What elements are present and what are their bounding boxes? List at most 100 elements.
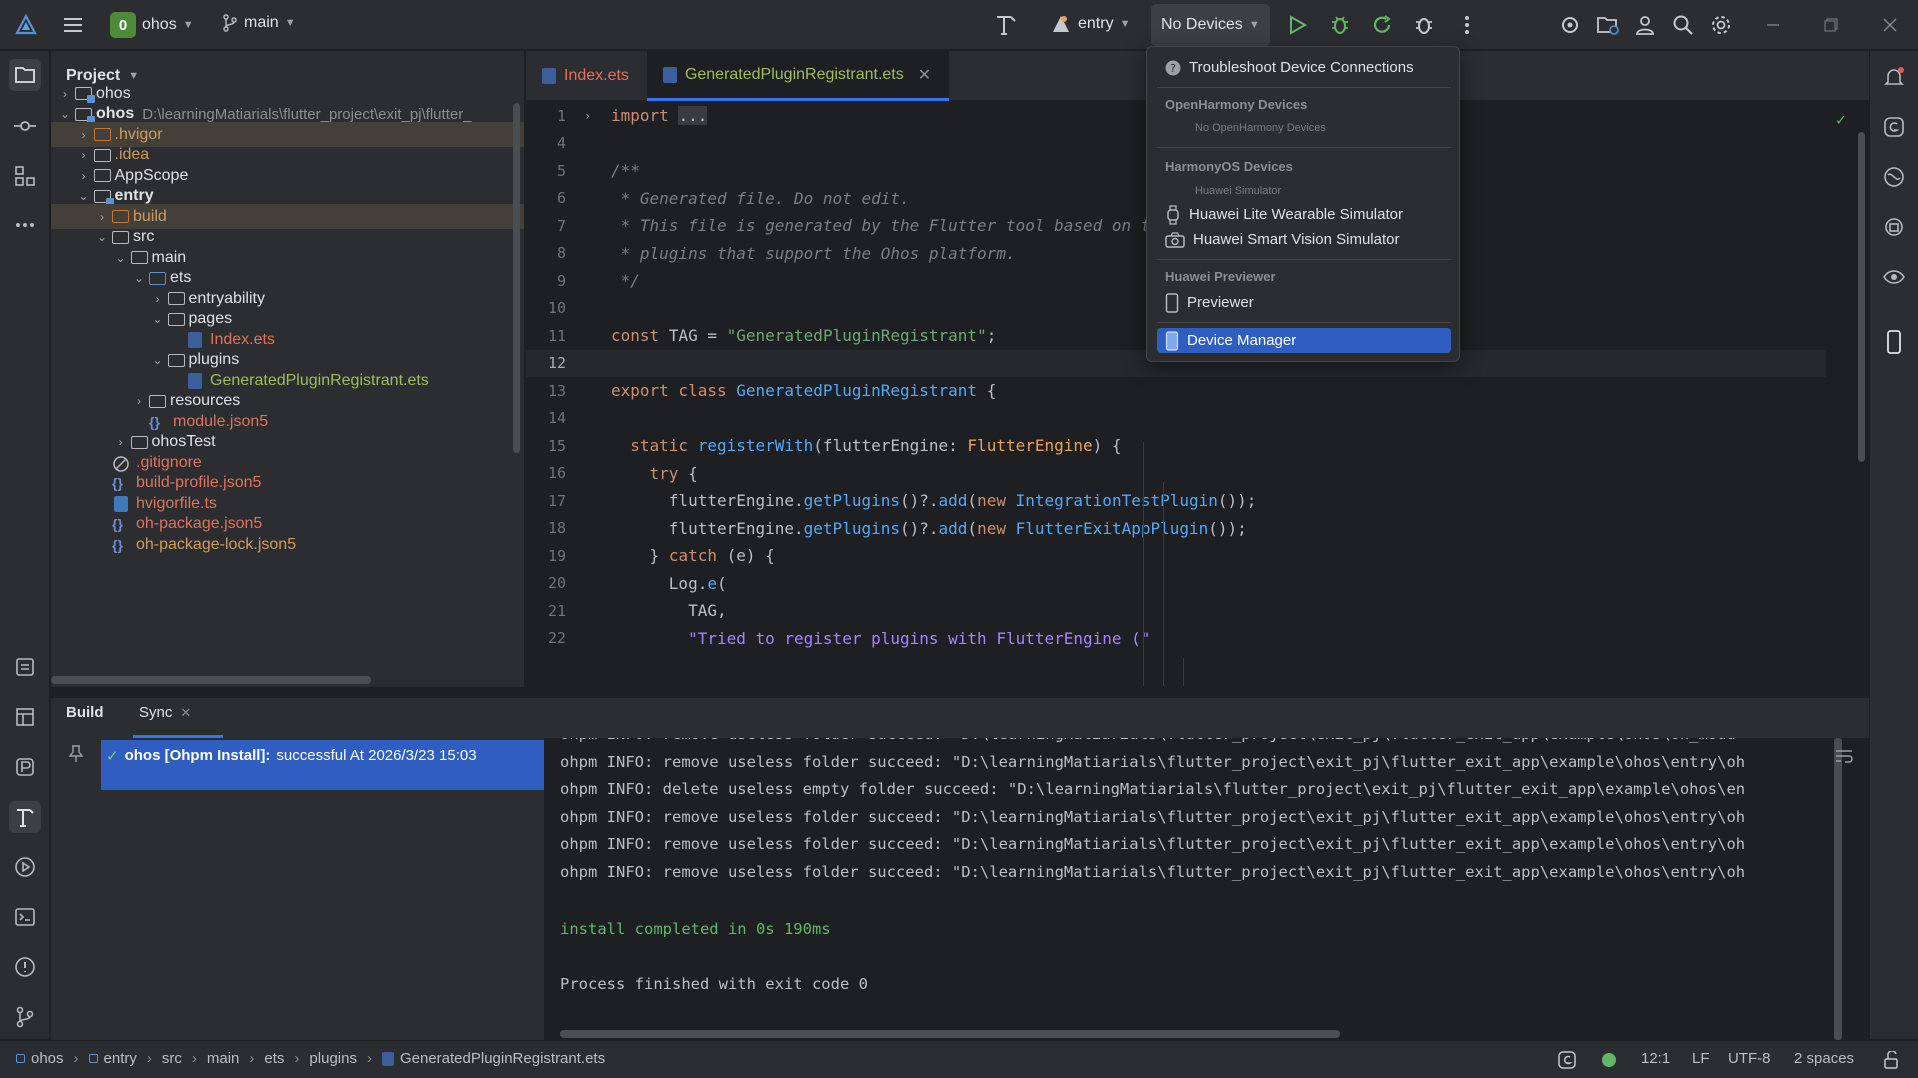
collapse-arrow-icon[interactable]: › (76, 128, 92, 142)
run-icon[interactable] (1282, 9, 1314, 41)
fold-arrow-icon[interactable]: › (584, 109, 591, 123)
tree-item-label: module.json5 (173, 412, 269, 430)
build-tool-hammer-icon[interactable] (9, 801, 41, 833)
project-switcher[interactable]: 0 ohos ▼ (110, 12, 194, 38)
troubleshoot-connections-item[interactable]: ? Troubleshoot Device Connections (1157, 55, 1451, 80)
notifications-bell-icon[interactable] (1878, 61, 1910, 93)
collapse-arrow-icon[interactable]: › (113, 435, 129, 449)
previewer-eye-icon[interactable] (1878, 261, 1910, 293)
account-icon[interactable] (1629, 9, 1661, 41)
tree-horizontal-scrollbar[interactable] (51, 676, 371, 684)
device-manager-phone-icon[interactable] (1878, 326, 1910, 358)
codegenie-icon[interactable] (1878, 111, 1910, 143)
breadcrumb-item[interactable]: GeneratedPluginRegistrant.ets (381, 1050, 606, 1067)
collapse-arrow-icon[interactable]: › (57, 87, 73, 101)
no-problems-check-icon[interactable]: ✓ (1836, 110, 1846, 129)
soft-wrap-icon[interactable] (1828, 740, 1860, 772)
previewer-label: Previewer (1187, 294, 1254, 311)
breadcrumb-item[interactable]: entry (88, 1050, 137, 1067)
ai-assistant-icon[interactable] (1878, 161, 1910, 193)
main-menu-icon[interactable] (57, 9, 89, 41)
caret-position[interactable]: 12:1 (1641, 1050, 1670, 1067)
breadcrumb-item[interactable]: main (207, 1050, 240, 1067)
breadcrumb-item[interactable]: plugins (309, 1050, 357, 1067)
run-tool-icon[interactable] (9, 851, 41, 883)
wearable-simulator-item[interactable]: Huawei Lite Wearable Simulator (1157, 202, 1451, 227)
expand-arrow-icon[interactable]: ⌄ (113, 251, 129, 265)
ts-file-icon (112, 495, 132, 512)
debug-icon[interactable] (1324, 9, 1356, 41)
tree-item[interactable]: {} oh-package-lock.json5 (51, 532, 524, 557)
previewer-item[interactable]: Previewer (1157, 290, 1451, 315)
close-tab-icon[interactable]: ✕ (180, 705, 191, 721)
attach-debugger-icon[interactable] (1408, 9, 1440, 41)
breadcrumb-item[interactable]: ets (264, 1050, 284, 1067)
problems-tool-icon[interactable] (9, 951, 41, 983)
branch-switcher[interactable]: main ▼ (222, 14, 296, 32)
profiler-tool-icon[interactable] (9, 751, 41, 783)
smart-vision-simulator-item[interactable]: Huawei Smart Vision Simulator (1157, 227, 1451, 252)
more-actions-icon[interactable] (1451, 9, 1483, 41)
device-manager-item[interactable]: Device Manager (1157, 328, 1451, 353)
collapse-arrow-icon[interactable]: › (150, 292, 166, 306)
project-tool-folder-icon[interactable] (9, 59, 41, 91)
editor-scrollbar[interactable] (1858, 132, 1865, 462)
todo-tool-icon[interactable] (9, 651, 41, 683)
menu-separator (1157, 87, 1451, 88)
status-indicator-dot[interactable] (1602, 1053, 1616, 1067)
read-only-lock-icon[interactable] (1876, 1044, 1908, 1076)
device-tool-icon[interactable] (1878, 211, 1910, 243)
project-panel: Project ▼ › ohos ⌄ ohos D:\learningMatiarial… (51, 51, 525, 687)
build-hammer-icon[interactable] (990, 9, 1022, 41)
more-tools-icon[interactable] (9, 209, 41, 241)
tab-sync[interactable]: Sync ✕ (139, 704, 191, 721)
collapse-arrow-icon[interactable]: › (76, 148, 92, 162)
collapse-arrow-icon[interactable]: › (131, 394, 147, 408)
device-selector[interactable]: No Devices ▼ (1151, 4, 1270, 46)
build-console-output[interactable]: ohpm INFO: remove useless folder succeed… (544, 738, 1869, 1040)
search-icon[interactable] (1667, 9, 1699, 41)
app-logo-icon[interactable] (10, 9, 42, 41)
tab-index-ets[interactable]: Index.ets (526, 51, 647, 101)
console-vertical-scrollbar[interactable] (1834, 738, 1842, 1040)
breadcrumb-item[interactable]: src (162, 1050, 182, 1067)
previewer-header: Huawei Previewer (1165, 269, 1276, 284)
build-task-name: ohos [Ohpm Install]: (124, 747, 271, 764)
layout-tool-icon[interactable] (9, 701, 41, 733)
expand-arrow-icon[interactable]: ⌄ (131, 271, 147, 285)
breadcrumb-label: GeneratedPluginRegistrant.ets (399, 1050, 606, 1067)
collapse-arrow-icon[interactable]: › (94, 210, 110, 224)
indent-setting[interactable]: 2 spaces (1794, 1050, 1854, 1067)
codegenie-status-icon[interactable] (1551, 1044, 1583, 1076)
minimize-window-icon[interactable] (1757, 9, 1789, 41)
expand-arrow-icon[interactable]: ⌄ (76, 189, 92, 203)
terminal-tool-icon[interactable] (9, 901, 41, 933)
close-tab-icon[interactable]: ✕ (918, 65, 931, 85)
console-horizontal-scrollbar[interactable] (560, 1030, 1340, 1038)
tab-build[interactable]: Build (66, 704, 104, 721)
code-text: try { (649, 463, 698, 483)
collapse-arrow-icon[interactable]: › (76, 169, 92, 183)
expand-arrow-icon[interactable]: ⌄ (150, 353, 166, 367)
code-with-me-icon[interactable] (1554, 9, 1586, 41)
project-structure-icon[interactable] (1592, 9, 1624, 41)
expand-arrow-icon[interactable]: ⌄ (94, 230, 110, 244)
structure-tool-icon[interactable] (9, 160, 41, 192)
breadcrumb-item[interactable]: ohos (16, 1050, 64, 1067)
tab-generated-plugin-registrant[interactable]: GeneratedPluginRegistrant.ets ✕ (646, 51, 950, 101)
apply-changes-icon[interactable] (1366, 9, 1398, 41)
close-window-icon[interactable] (1874, 9, 1906, 41)
version-control-icon[interactable] (9, 1001, 41, 1033)
commit-tool-icon[interactable] (9, 110, 41, 142)
line-number: 4 (556, 134, 566, 152)
settings-gear-icon[interactable] (1705, 9, 1737, 41)
run-config-selector[interactable]: entry ▼ (1050, 13, 1130, 35)
tree-vertical-scrollbar[interactable] (513, 103, 520, 453)
file-encoding[interactable]: UTF-8 (1728, 1050, 1771, 1067)
expand-arrow-icon[interactable]: ⌄ (150, 312, 166, 326)
build-result-item[interactable]: ✓ ohos [Ohpm Install]: successful At 202… (101, 740, 594, 790)
expand-arrow-icon[interactable]: ⌄ (57, 107, 73, 121)
pin-icon[interactable] (60, 738, 92, 770)
restore-window-icon[interactable] (1815, 9, 1847, 41)
line-separator[interactable]: LF (1692, 1050, 1710, 1067)
